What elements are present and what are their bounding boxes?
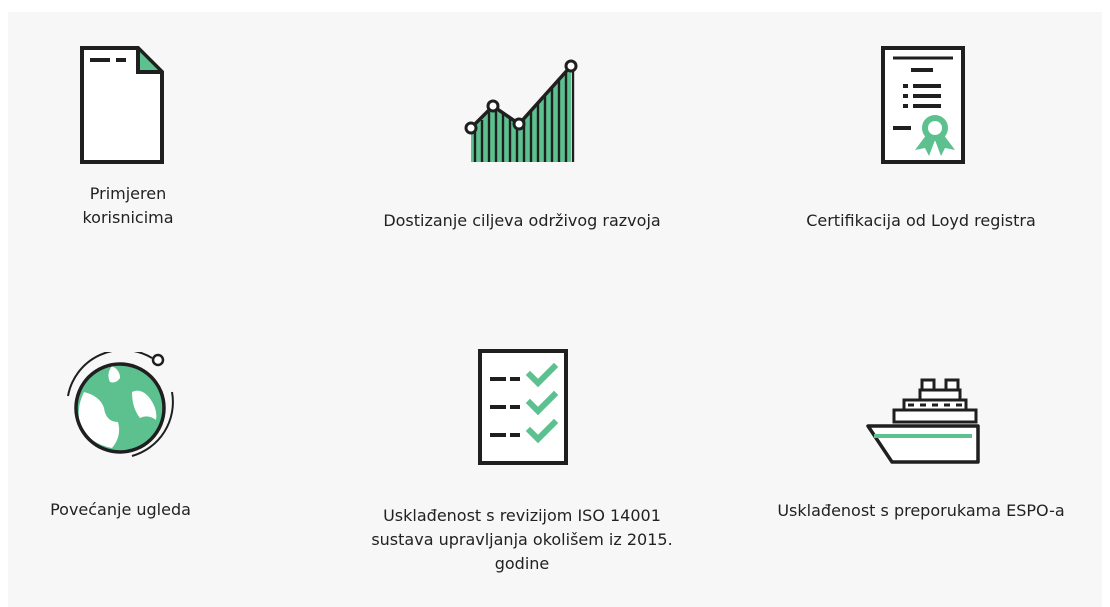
feature-label: Dostizanje ciljeva održivog razvoja [383,211,661,230]
feature-label: Povećanje ugleda [50,500,191,519]
document-icon [80,46,164,164]
feature-label: Usklađenost s revizijom ISO 14001 sustav… [371,506,673,573]
feature-label: Usklađenost s preporukama ESPO-a [777,501,1065,520]
feature-label: Primjeren korisnicima [82,184,174,227]
ship-icon [866,378,980,464]
globe-orbit-icon [67,352,174,457]
features-panel: Primjeren korisnicima Dostizanje ciljeva… [8,12,1102,607]
feature-label: Certifikacija od Loyd registra [806,211,1036,230]
checklist-icon [478,349,568,465]
certificate-icon [881,46,965,164]
growth-chart-icon [464,59,578,162]
